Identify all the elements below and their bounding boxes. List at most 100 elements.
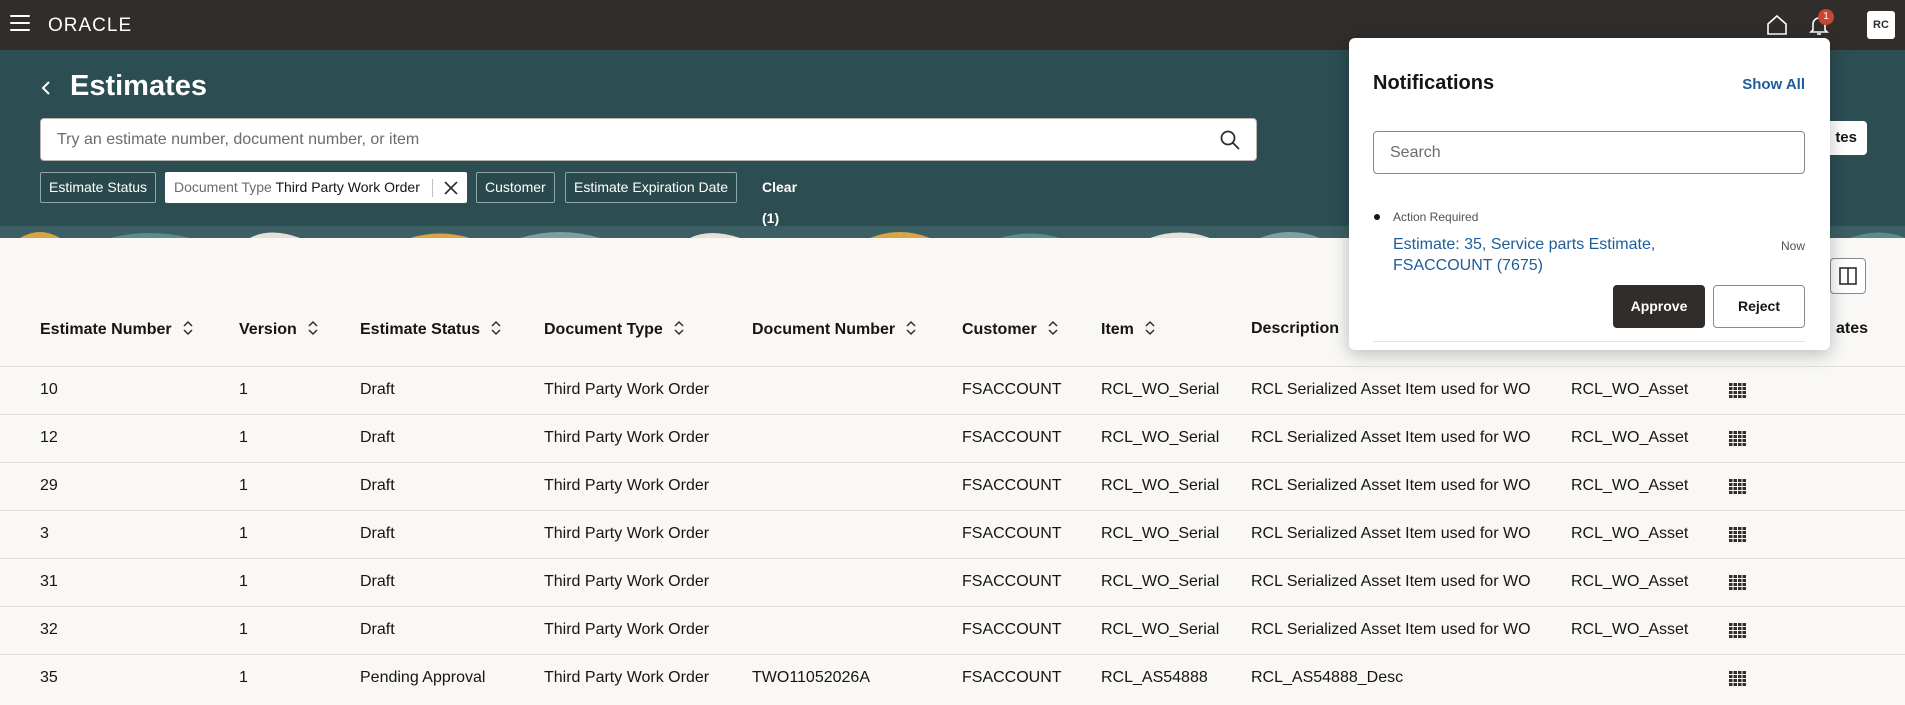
cell-estimate-number: 3 [40, 525, 49, 542]
cell-description: RCL Serialized Asset Item used for WO [1251, 477, 1531, 494]
estimate-search-input[interactable] [57, 119, 1197, 160]
notifications-title: Notifications [1373, 72, 1495, 94]
col-estimate-number[interactable]: Estimate Number [40, 320, 194, 339]
col-document-type[interactable]: Document Type [544, 320, 685, 339]
cell-version: 1 [239, 477, 248, 494]
customer-filter[interactable]: Customer [476, 172, 555, 203]
oracle-logo: ORACLE [48, 15, 133, 36]
grid-icon[interactable] [1729, 383, 1747, 399]
col-customer-label: Customer [962, 321, 1037, 338]
home-icon[interactable] [1765, 13, 1789, 37]
table-row[interactable]: 12 1 Draft Third Party Work Order FSACCOUNT R… [0, 414, 1905, 462]
sort-icon [183, 320, 193, 336]
cell-estimate-number: 31 [40, 573, 58, 590]
estimate-status-filter[interactable]: Estimate Status [40, 172, 157, 203]
grid-icon[interactable] [1729, 623, 1747, 639]
menu-icon[interactable] [10, 15, 30, 33]
cell-document-type: Third Party Work Order [544, 477, 710, 494]
cell-estimate-number: 12 [40, 429, 58, 446]
divider [1373, 341, 1805, 342]
col-rates[interactable]: ates [1836, 320, 1868, 338]
cell-estimate-number: 10 [40, 381, 58, 398]
customer-filter-label: Customer [485, 179, 546, 195]
notification-category: Action Required [1393, 210, 1479, 224]
cell-document-type: Third Party Work Order [544, 381, 710, 398]
document-type-filter-key: Document Type [174, 179, 272, 195]
cell-document-type: Third Party Work Order [544, 525, 710, 542]
cell-document-number: TWO11052026A [752, 669, 870, 686]
user-avatar[interactable]: RC [1867, 11, 1895, 39]
cell-asset: RCL_WO_Asset [1571, 429, 1689, 446]
grid-icon[interactable] [1729, 479, 1747, 495]
cell-customer: FSACCOUNT [962, 477, 1062, 494]
col-description-label: Description [1251, 320, 1340, 337]
unread-dot-icon [1374, 214, 1380, 220]
cell-version: 1 [239, 573, 248, 590]
cell-version: 1 [239, 381, 248, 398]
col-item[interactable]: Item [1101, 320, 1156, 339]
cell-description: RCL Serialized Asset Item used for WO [1251, 429, 1531, 446]
column-view-toggle[interactable] [1830, 258, 1866, 294]
cell-item: RCL_WO_Serial [1101, 525, 1220, 542]
col-estimate-status[interactable]: Estimate Status [360, 320, 502, 339]
cell-document-type: Third Party Work Order [544, 669, 710, 686]
back-arrow-icon[interactable] [36, 78, 56, 98]
table-row[interactable]: 35 1 Pending Approval Third Party Work Orde… [0, 654, 1905, 702]
clear-filters-button[interactable]: Clear (1) [762, 172, 797, 226]
close-icon[interactable] [444, 181, 458, 195]
cell-version: 1 [239, 525, 248, 542]
col-document-number[interactable]: Document Number [752, 320, 917, 339]
table-row[interactable]: 10 1 Draft Third Party Work Order FSACCOUNT R… [0, 366, 1905, 414]
cell-customer: FSACCOUNT [962, 381, 1062, 398]
cell-estimate-number: 29 [40, 477, 58, 494]
sort-icon [1145, 320, 1155, 336]
cell-item: RCL_WO_Serial [1101, 381, 1220, 398]
notifications-search-input[interactable] [1374, 132, 1804, 173]
columns-icon [1839, 267, 1857, 285]
sort-icon [308, 320, 318, 336]
table-row[interactable]: 3 1 Draft Third Party Work Order FSACCOUNT RC… [0, 510, 1905, 558]
cell-status: Draft [360, 573, 395, 590]
show-all-link[interactable]: Show All [1742, 76, 1805, 93]
cell-version: 1 [239, 669, 248, 686]
notification-link[interactable]: Estimate: 35, Service parts Estimate, FS… [1393, 234, 1713, 276]
cell-asset: RCL_WO_Asset [1571, 381, 1689, 398]
cell-version: 1 [239, 429, 248, 446]
cell-estimate-number: 32 [40, 621, 58, 638]
cell-status: Draft [360, 621, 395, 638]
reject-button[interactable]: Reject [1713, 285, 1805, 328]
cell-status: Pending Approval [360, 669, 486, 686]
grid-icon[interactable] [1729, 431, 1747, 447]
cell-customer: FSACCOUNT [962, 525, 1062, 542]
sort-icon [906, 320, 916, 336]
cell-document-type: Third Party Work Order [544, 429, 710, 446]
grid-icon[interactable] [1729, 575, 1747, 591]
table-row[interactable]: 29 1 Draft Third Party Work Order FSACCOUNT R… [0, 462, 1905, 510]
cell-status: Draft [360, 525, 395, 542]
approve-button[interactable]: Approve [1613, 285, 1705, 328]
cell-status: Draft [360, 429, 395, 446]
cell-asset: RCL_WO_Asset [1571, 525, 1689, 542]
table-row[interactable]: 31 1 Draft Third Party Work Order FSACCOUNT R… [0, 558, 1905, 606]
sort-icon [1048, 320, 1058, 336]
cell-document-type: Third Party Work Order [544, 573, 710, 590]
grid-icon[interactable] [1729, 527, 1747, 543]
estimate-status-filter-label: Estimate Status [49, 179, 148, 195]
col-version-label: Version [239, 321, 297, 338]
cell-description: RCL Serialized Asset Item used for WO [1251, 621, 1531, 638]
document-type-filter[interactable]: Document Type Third Party Work Order [165, 172, 467, 203]
table-row[interactable]: 32 1 Draft Third Party Work Order FSACCOUNT R… [0, 606, 1905, 654]
search-icon[interactable] [1219, 129, 1241, 151]
expiration-date-filter[interactable]: Estimate Expiration Date [565, 172, 738, 203]
grid-icon[interactable] [1729, 671, 1747, 687]
cell-customer: FSACCOUNT [962, 621, 1062, 638]
sort-icon [674, 320, 684, 336]
notifications-search-field[interactable] [1373, 131, 1805, 174]
col-version[interactable]: Version [239, 320, 319, 339]
estimate-search-field[interactable] [40, 118, 1257, 161]
col-estimate-number-label: Estimate Number [40, 321, 172, 338]
cell-item: RCL_WO_Serial [1101, 477, 1220, 494]
col-description[interactable]: Description [1251, 320, 1339, 338]
col-customer[interactable]: Customer [962, 320, 1059, 339]
cell-asset: RCL_WO_Asset [1571, 573, 1689, 590]
